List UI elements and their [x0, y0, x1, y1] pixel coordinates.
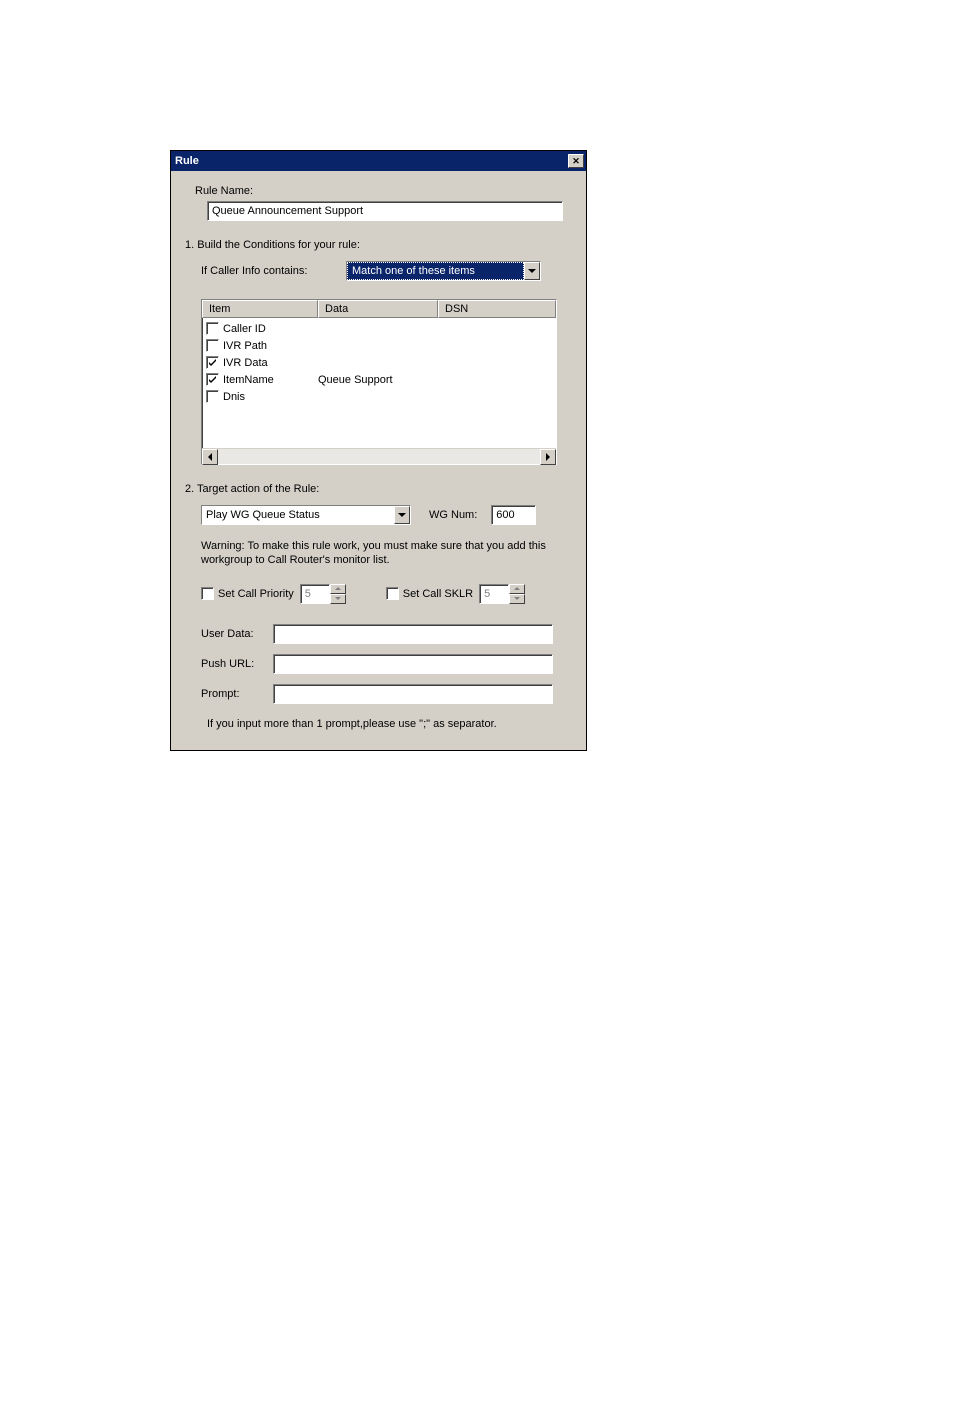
scrollbar-track[interactable] [218, 449, 540, 464]
checkbox-caller-id[interactable] [206, 322, 219, 335]
item-label: Caller ID [223, 323, 266, 335]
horizontal-scrollbar[interactable] [202, 448, 556, 464]
rule-name-input[interactable] [207, 201, 563, 221]
list-item[interactable]: Dnis [202, 388, 556, 405]
spinner-up-icon[interactable] [330, 584, 346, 594]
call-priority-input[interactable] [300, 584, 330, 604]
titlebar: Rule ✕ [171, 151, 586, 171]
scroll-left-button[interactable] [202, 449, 218, 465]
rule-name-label: Rule Name: [195, 185, 572, 197]
close-button[interactable]: ✕ [568, 154, 584, 168]
push-url-label: Push URL: [201, 658, 273, 670]
action-dropdown[interactable]: Play WG Queue Status [201, 505, 411, 525]
checkbox-dnis[interactable] [206, 390, 219, 403]
checkbox-set-call-sklr[interactable] [386, 587, 399, 600]
wg-num-label: WG Num: [429, 509, 477, 521]
listview-body[interactable]: Caller ID IVR Path IVR Dat [202, 318, 556, 448]
listview-header: Item Data DSN [202, 300, 556, 318]
checkbox-ivr-data[interactable] [206, 356, 219, 369]
chevron-down-icon [394, 506, 410, 524]
caller-info-label: If Caller Info contains: [201, 265, 346, 277]
conditions-listview: Item Data DSN Caller ID IVR Path [201, 299, 557, 465]
checkbox-set-call-priority[interactable] [201, 587, 214, 600]
match-dropdown[interactable]: Match one of these items [346, 261, 541, 281]
checkbox-item-name[interactable] [206, 373, 219, 386]
dialog-content: Rule Name: 1. Build the Conditions for y… [171, 171, 586, 750]
checkbox-ivr-path[interactable] [206, 339, 219, 352]
section2-label: 2. Target action of the Rule: [185, 483, 572, 495]
spinner-down-icon[interactable] [509, 594, 525, 604]
col-item[interactable]: Item [202, 300, 318, 318]
data-cell: Queue Support [318, 374, 438, 386]
warning-text: Warning: To make this rule work, you mus… [201, 539, 572, 568]
set-call-priority-label: Set Call Priority [218, 588, 294, 600]
window-title: Rule [175, 155, 199, 167]
scroll-right-button[interactable] [540, 449, 556, 465]
wg-num-input[interactable] [491, 505, 536, 525]
spinner-down-icon[interactable] [330, 594, 346, 604]
user-data-label: User Data: [201, 628, 273, 640]
list-item[interactable]: ItemName Queue Support [202, 371, 556, 388]
item-label: IVR Path [223, 340, 267, 352]
list-item[interactable]: IVR Path [202, 337, 556, 354]
call-sklr-spinner[interactable] [479, 584, 525, 604]
list-item[interactable]: IVR Data [202, 354, 556, 371]
item-label: IVR Data [223, 357, 268, 369]
prompt-input[interactable] [273, 684, 553, 704]
col-data[interactable]: Data [318, 300, 438, 318]
spinner-up-icon[interactable] [509, 584, 525, 594]
prompt-label: Prompt: [201, 688, 273, 700]
close-icon: ✕ [572, 156, 580, 167]
call-sklr-input[interactable] [479, 584, 509, 604]
call-priority-spinner[interactable] [300, 584, 346, 604]
rule-dialog: Rule ✕ Rule Name: 1. Build the Condition… [170, 150, 587, 751]
set-call-sklr-label: Set Call SKLR [403, 588, 473, 600]
prompt-hint: If you input more than 1 prompt,please u… [207, 718, 572, 730]
item-label: Dnis [223, 391, 245, 403]
action-dropdown-text: Play WG Queue Status [202, 506, 394, 524]
match-dropdown-text: Match one of these items [347, 262, 524, 280]
item-label: ItemName [223, 374, 274, 386]
chevron-down-icon [524, 262, 540, 280]
col-dsn[interactable]: DSN [438, 300, 556, 318]
user-data-input[interactable] [273, 624, 553, 644]
push-url-input[interactable] [273, 654, 553, 674]
section1-label: 1. Build the Conditions for your rule: [185, 239, 572, 251]
list-item[interactable]: Caller ID [202, 320, 556, 337]
